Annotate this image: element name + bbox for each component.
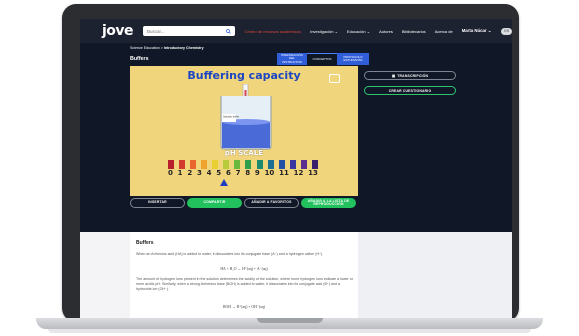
ph-number-3: 3 [196, 169, 202, 177]
ph-swatch-2 [190, 160, 197, 169]
language-toggle[interactable]: ES [501, 27, 512, 35]
ph-number-0: 0 [168, 169, 173, 177]
ph-swatch-9 [267, 160, 274, 169]
page-title: Buffers [130, 56, 149, 62]
article-title: Buffers [136, 240, 154, 246]
breadcrumb-root[interactable]: Science Education [130, 46, 160, 50]
laptop-shadow [48, 329, 531, 333]
ph-number-9: 9 [254, 169, 260, 177]
ph-swatch-3 [201, 160, 208, 169]
ph-swatch-4 [212, 160, 219, 169]
ph-number-6: 6 [225, 169, 231, 177]
video-player[interactable]: Buffering capacity Solution buffer pH SC… [130, 66, 358, 196]
content-tabs: PREPARACIÓN DEL INSTRUCTOR CONCEPTOS PRO… [277, 53, 369, 66]
nav-item-about[interactable]: Acerca de [435, 29, 453, 34]
beaker-illustration: Solution buffer [220, 84, 272, 150]
ph-number-13: 13 [308, 169, 318, 177]
nav-item-research[interactable]: Investigación ⌄ [310, 29, 338, 34]
add-favorites-button[interactable]: AÑADIR A FAVORITOS [244, 198, 299, 208]
ph-number-11: 11 [279, 169, 289, 177]
equation-2: BOH → B⁺(aq) + OH⁻(aq) [222, 305, 265, 309]
ph-number-1: 1 [177, 169, 183, 177]
chevron-down-icon: ⌄ [487, 28, 492, 33]
ph-scale-label: pH SCALE [224, 149, 264, 157]
ph-swatch-12 [300, 160, 307, 169]
nav-item-education[interactable]: Educación ⌄ [347, 29, 370, 34]
search-icon[interactable] [225, 28, 231, 34]
sidebar-background [358, 232, 512, 318]
ph-swatch-5 [223, 160, 230, 169]
article-content: Buffers When an Arrhenius acid (HA) is a… [130, 232, 358, 318]
ph-swatch-0 [168, 160, 174, 169]
transcript-button[interactable]: ▣ TRANSCRIPCIÓN [364, 71, 456, 80]
breadcrumb: Science Education > Introductory Chemist… [130, 46, 204, 50]
user-menu[interactable]: Marta Núcar ⌄ [462, 28, 492, 34]
tab-student-protocol[interactable]: PROTOCOLO ESTUDIANTE [337, 53, 369, 65]
create-quiz-button[interactable]: CREAR CUESTIONARIO [364, 86, 456, 95]
ph-number-8: 8 [245, 169, 251, 177]
ph-number-4: 4 [206, 169, 212, 177]
laptop-notch [257, 318, 323, 323]
video-title: Buffering capacity [187, 69, 301, 82]
ph-swatch-13 [311, 160, 318, 169]
ph-number-10: 10 [264, 169, 275, 177]
chat-icon: ▣ [391, 73, 396, 78]
equation-1: HA + H₂O → H⁺(aq) + A⁻(aq) [220, 267, 268, 271]
ph-swatch-1 [179, 160, 186, 169]
ph-number-5: 5 [216, 169, 222, 177]
nav-item-librarians[interactable]: Bibliotecarios [402, 29, 426, 34]
top-navbar: jove Buscar... Centro de recursos académ… [80, 19, 512, 43]
video-actions: INSERTAR COMPARTIR AÑADIR A FAVORITOS AÑ… [130, 198, 356, 208]
chevron-down-icon: ⌄ [334, 28, 338, 34]
tab-instructor-prep[interactable]: PREPARACIÓN DEL INSTRUCTOR [277, 53, 307, 65]
jove-logo[interactable]: jove [102, 23, 134, 39]
add-playlist-button[interactable]: AÑADIR A LA LISTA DE REPRODUCCIÓN [301, 198, 356, 208]
ph-color-swatches [168, 160, 318, 169]
tab-concepts[interactable]: CONCEPTOS [307, 53, 337, 66]
ph-numbers: 0 1 2 3 4 5 6 7 8 9 10 11 12 13 [168, 169, 318, 177]
laptop-screen: jove Buscar... Centro de recursos académ… [80, 19, 512, 318]
share-button[interactable]: COMPARTIR [187, 198, 242, 208]
search-placeholder: Buscar... [147, 28, 165, 34]
captions-icon[interactable] [329, 74, 340, 83]
ph-swatch-8 [256, 160, 263, 169]
ph-number-2: 2 [187, 169, 193, 177]
search-input[interactable]: Buscar... [143, 26, 235, 36]
ph-swatch-6 [234, 160, 241, 169]
ph-number-7: 7 [235, 169, 241, 177]
embed-button[interactable]: INSERTAR [130, 198, 185, 208]
ph-swatch-10 [278, 160, 285, 169]
ph-swatch-11 [289, 160, 296, 169]
ph-pointer-icon [220, 179, 228, 186]
ph-number-12: 12 [293, 169, 304, 177]
ph-swatch-7 [245, 160, 252, 169]
nav-item-authors[interactable]: Autores [379, 29, 393, 34]
breadcrumb-current[interactable]: Introductory Chemistry [164, 46, 204, 50]
article-paragraph-2: The amount of hydrogen ions present in t… [136, 277, 353, 292]
article-paragraph-1: When an Arrhenius acid (HA) is added to … [136, 252, 324, 256]
chevron-down-icon: ⌄ [366, 28, 371, 34]
beaker-label: Solution buffer [223, 116, 239, 119]
academic-resources-link[interactable]: Centro de recursos académicos [245, 29, 301, 34]
